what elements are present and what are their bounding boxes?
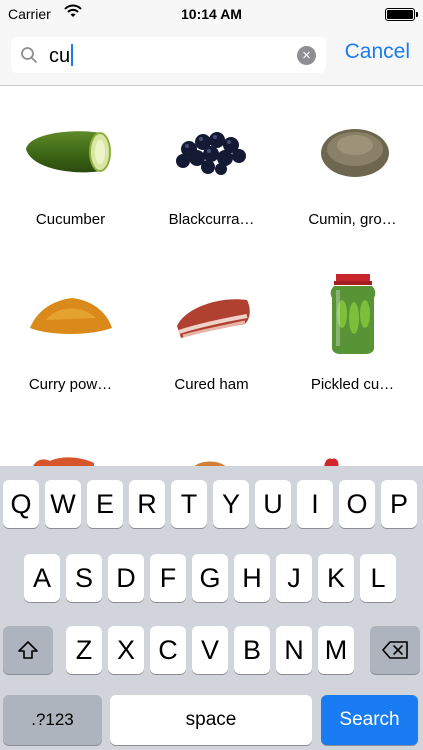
key-s[interactable]: S — [66, 554, 102, 602]
key-y[interactable]: Y — [213, 480, 249, 528]
key-h[interactable]: H — [234, 554, 270, 602]
key-p[interactable]: P — [381, 480, 417, 528]
key-m[interactable]: M — [318, 626, 354, 674]
key-x[interactable]: X — [108, 626, 144, 674]
result-item[interactable]: Pickled cu… — [282, 252, 423, 417]
curry-powder-image — [30, 298, 112, 334]
result-label: Blackcurra… — [168, 211, 255, 228]
delete-icon — [382, 641, 408, 659]
text-caret — [71, 44, 74, 66]
shift-icon — [18, 641, 38, 659]
keyboard: Q W E R T Y U I O P A S D F G H J K L Z … — [0, 466, 423, 750]
key-w[interactable]: W — [45, 480, 81, 528]
result-label: Cumin, gro… — [308, 211, 397, 228]
key-r[interactable]: R — [129, 480, 165, 528]
result-item[interactable]: Cucumber — [0, 87, 141, 252]
results-grid: Cucumber Blackcurra… Cumin, gro… Curry p… — [0, 87, 423, 467]
key-n[interactable]: N — [276, 626, 312, 674]
blackcurrants-image — [176, 132, 246, 175]
key-k[interactable]: K — [318, 554, 354, 602]
result-item[interactable]: Curry pow… — [0, 252, 141, 417]
search-input[interactable]: cu × — [11, 37, 326, 73]
pickled-cucumbers-image — [330, 274, 376, 354]
space-key[interactable]: space — [110, 695, 312, 745]
key-e[interactable]: E — [87, 480, 123, 528]
cumin-image — [321, 129, 389, 177]
key-a[interactable]: A — [24, 554, 60, 602]
cured-ham-image — [177, 299, 250, 338]
key-o[interactable]: O — [339, 480, 375, 528]
result-item[interactable]: Blackcurra… — [141, 87, 282, 252]
status-bar: Carrier 10:14 AM — [0, 0, 423, 28]
search-icon — [21, 47, 37, 63]
header: Carrier 10:14 AM cu × Cancel — [0, 0, 423, 86]
key-t[interactable]: T — [171, 480, 207, 528]
numbers-key[interactable]: .?123 — [3, 695, 102, 745]
key-u[interactable]: U — [255, 480, 291, 528]
key-d[interactable]: D — [108, 554, 144, 602]
search-key[interactable]: Search — [321, 695, 418, 745]
key-b[interactable]: B — [234, 626, 270, 674]
cucumber-image — [26, 131, 111, 173]
key-q[interactable]: Q — [3, 480, 39, 528]
battery-icon — [385, 8, 418, 21]
result-item[interactable]: Cured ham — [141, 252, 282, 417]
result-label: Cured ham — [174, 376, 249, 393]
key-f[interactable]: F — [150, 554, 186, 602]
result-label: Pickled cu… — [310, 376, 395, 393]
key-c[interactable]: C — [150, 626, 186, 674]
status-time: 10:14 AM — [181, 6, 242, 22]
cancel-button[interactable]: Cancel — [345, 40, 410, 64]
delete-key[interactable] — [370, 626, 420, 674]
result-item[interactable]: Cumin, gro… — [282, 87, 423, 252]
clear-icon[interactable]: × — [297, 46, 316, 65]
key-g[interactable]: G — [192, 554, 228, 602]
key-l[interactable]: L — [360, 554, 396, 602]
result-label: Curry pow… — [28, 376, 113, 393]
key-z[interactable]: Z — [66, 626, 102, 674]
shift-key[interactable] — [3, 626, 53, 674]
key-i[interactable]: I — [297, 480, 333, 528]
key-j[interactable]: J — [276, 554, 312, 602]
key-v[interactable]: V — [192, 626, 228, 674]
search-query-text: cu — [49, 44, 74, 68]
result-label: Cucumber — [35, 211, 106, 228]
